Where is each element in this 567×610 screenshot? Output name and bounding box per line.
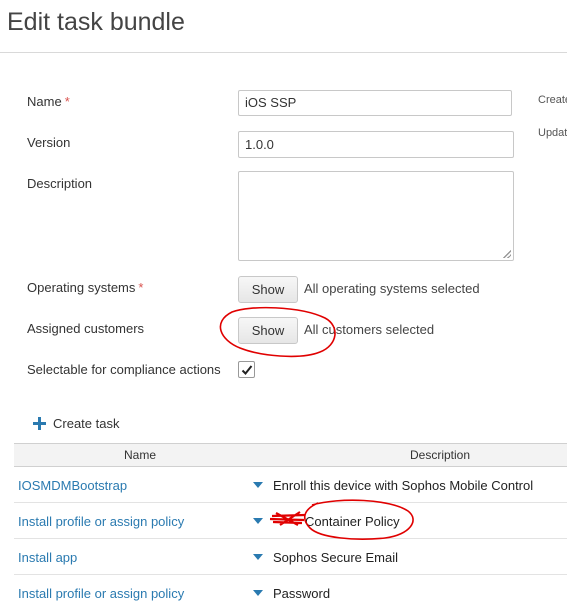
compliance-checkbox[interactable] <box>238 361 255 378</box>
version-label: Version <box>27 135 71 150</box>
task-name-link[interactable]: Install profile or assign policy <box>18 586 184 601</box>
caret-down-icon[interactable] <box>253 554 263 560</box>
task-name-link[interactable]: Install app <box>18 550 77 565</box>
task-name-link[interactable]: Install profile or assign policy <box>18 514 184 529</box>
name-field[interactable]: iOS SSP <box>238 90 512 116</box>
tasks-table: Name Description IOSMDMBootstrap Enroll … <box>14 443 567 610</box>
created-info: Create <box>538 94 567 106</box>
os-label: Operating systems * <box>27 280 144 295</box>
column-header-description[interactable]: Description <box>410 448 470 462</box>
description-label: Description <box>27 176 93 191</box>
column-header-name[interactable]: Name <box>124 448 156 462</box>
task-name-link[interactable]: IOSMDMBootstrap <box>18 478 127 493</box>
customers-selection-note: All customers selected <box>304 322 435 337</box>
checkmark-icon <box>241 365 253 375</box>
caret-down-icon[interactable] <box>253 518 263 524</box>
customers-label: Assigned customers <box>27 321 145 336</box>
table-row: Install app Sophos Secure Email <box>14 539 567 575</box>
resize-grip-icon[interactable] <box>503 250 511 258</box>
version-field[interactable]: 1.0.0 <box>238 131 514 158</box>
updated-info: Updat <box>538 127 567 139</box>
name-label: Name * <box>27 94 70 109</box>
os-selection-note: All operating systems selected <box>304 281 480 296</box>
customers-show-button[interactable]: Show <box>238 317 298 344</box>
page-title: Edit task bundle <box>7 8 185 36</box>
task-description: Sophos Secure Email <box>273 550 399 565</box>
task-description: Enroll this device with Sophos Mobile Co… <box>273 478 534 493</box>
task-description: Container Policy <box>305 514 400 529</box>
required-marker: * <box>64 94 70 109</box>
table-header: Name Description <box>14 443 567 467</box>
title-divider <box>0 52 567 53</box>
required-marker: * <box>138 280 144 295</box>
os-show-button[interactable]: Show <box>238 276 298 303</box>
create-task-button[interactable]: Create task <box>33 416 119 431</box>
caret-down-icon[interactable] <box>253 590 263 596</box>
caret-down-icon[interactable] <box>253 482 263 488</box>
task-description: Password <box>273 586 331 601</box>
table-row: IOSMDMBootstrap Enroll this device with … <box>14 467 567 503</box>
description-field[interactable] <box>238 171 514 261</box>
table-row: Install profile or assign policy Contain… <box>14 503 567 539</box>
compliance-label: Selectable for compliance actions <box>27 362 221 377</box>
